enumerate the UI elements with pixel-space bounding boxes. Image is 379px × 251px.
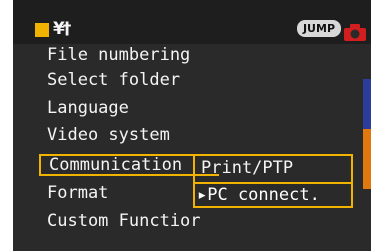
option-print-ptp[interactable]: Print/PTP bbox=[201, 157, 293, 179]
menu-item-select-folder[interactable]: Select folder bbox=[39, 69, 369, 91]
menu-item-file-numbering[interactable]: File numbering bbox=[39, 44, 369, 66]
jump-button[interactable]: JUMP bbox=[297, 20, 341, 37]
option-pc-connect-selected[interactable]: ▸PC connect. bbox=[193, 182, 353, 208]
menu-item-language[interactable]: Language bbox=[39, 97, 369, 119]
stripe-blue bbox=[363, 79, 371, 129]
camera-icon[interactable] bbox=[343, 22, 367, 42]
menu-item-custom-functions[interactable]: Custom Functior bbox=[39, 210, 369, 232]
stripe-orange bbox=[363, 129, 371, 189]
menu-header: ¥† JUMP bbox=[13, 0, 371, 44]
tab-color-stripes bbox=[363, 44, 371, 194]
menu-item-communication[interactable]: Communication bbox=[39, 154, 219, 176]
menu-item-video-system[interactable]: Video system bbox=[39, 124, 369, 146]
setup-menu-list: File numbering Select folder Language Vi… bbox=[39, 44, 371, 251]
setup-tools-icon[interactable]: ¥† bbox=[53, 17, 77, 41]
camera-lcd-screen: ¥† JUMP File numbering Select folder Lan… bbox=[13, 0, 371, 251]
setup-tab-indicator[interactable] bbox=[35, 23, 49, 37]
